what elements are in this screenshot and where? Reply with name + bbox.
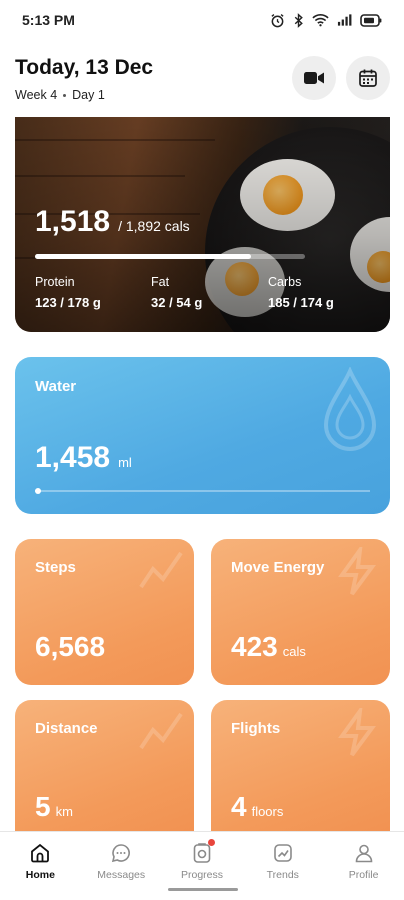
home-icon xyxy=(31,843,50,863)
macro-carbs: Carbs 185 / 174 g xyxy=(268,275,334,310)
tile-number: 6,568 xyxy=(35,631,106,662)
calendar-button[interactable] xyxy=(346,56,390,100)
tile-value: 423 cals xyxy=(231,631,306,663)
status-time: 5:13 PM xyxy=(22,12,75,28)
notification-badge xyxy=(207,839,215,846)
page-title: Today, 13 Dec xyxy=(15,56,154,79)
flights-deco-icon xyxy=(338,708,376,757)
week-day-subtitle: Week 4 Day 1 xyxy=(15,88,105,102)
macro-protein: Protein 123 / 178 g xyxy=(35,275,101,310)
calorie-summary: 1,518 / 1,892 cals xyxy=(35,205,190,239)
steps-deco-icon xyxy=(139,551,183,589)
macro-value: 123 / 178 g xyxy=(35,295,101,310)
status-bar: 5:13 PM xyxy=(0,0,404,40)
water-progress-dot xyxy=(35,488,41,494)
tile-unit: km xyxy=(55,804,73,819)
nav-label: Progress xyxy=(180,869,223,881)
tile-number: 423 xyxy=(231,631,278,662)
tile-title: Distance xyxy=(35,720,98,737)
calorie-progress-fill xyxy=(35,254,251,259)
calorie-card[interactable]: 1,518 / 1,892 cals Protein 123 / 178 g F… xyxy=(15,117,390,332)
calorie-progress-bar xyxy=(35,254,305,259)
nav-home[interactable]: Home xyxy=(0,832,81,900)
tile-number: 5 xyxy=(35,791,51,822)
macro-name: Protein xyxy=(35,275,75,289)
calories-total: / 1,892 cals xyxy=(118,218,190,234)
tile-title: Move Energy xyxy=(231,559,325,576)
week-label: Week 4 xyxy=(15,88,58,102)
water-value: 1,458 xyxy=(35,441,111,474)
home-indicator xyxy=(168,888,238,891)
water-amount: 1,458 ml xyxy=(35,441,132,475)
distance-tile[interactable]: Distance 5 km xyxy=(15,700,194,831)
header: Today, 13 Dec Week 4 Day 1 xyxy=(0,48,404,114)
distance-deco-icon xyxy=(139,712,183,750)
water-progress-bar xyxy=(35,490,370,492)
water-title: Water xyxy=(35,378,77,395)
macro-name: Carbs xyxy=(268,275,302,289)
day-label: Day 1 xyxy=(72,88,105,102)
nav-label: Trends xyxy=(266,869,299,881)
video-icon xyxy=(304,72,324,84)
tile-title: Flights xyxy=(231,720,281,737)
calendar-icon xyxy=(359,69,377,87)
water-drop-icon xyxy=(323,367,377,451)
steps-tile[interactable]: Steps 6,568 xyxy=(15,539,194,685)
nav-messages[interactable]: Messages xyxy=(81,832,162,900)
battery-icon xyxy=(360,13,382,27)
status-icons xyxy=(270,12,382,28)
move-energy-tile[interactable]: Move Energy 423 cals xyxy=(211,539,390,685)
nav-label: Profile xyxy=(348,869,379,881)
tile-number: 4 xyxy=(231,791,247,822)
macro-value: 185 / 174 g xyxy=(268,295,334,310)
flights-tile[interactable]: Flights 4 floors xyxy=(211,700,390,831)
nav-trends[interactable]: Trends xyxy=(242,832,323,900)
wifi-icon xyxy=(312,14,329,27)
water-unit: ml xyxy=(118,455,132,470)
bluetooth-icon xyxy=(294,12,303,28)
profile-icon xyxy=(355,844,372,863)
dot-separator xyxy=(63,93,67,97)
trends-icon xyxy=(273,844,292,862)
tile-value: 4 floors xyxy=(231,791,283,823)
nav-profile[interactable]: Profile xyxy=(323,832,404,900)
macro-fat: Fat 32 / 54 g xyxy=(151,275,202,310)
nav-label: Home xyxy=(25,869,55,881)
tile-unit: floors xyxy=(251,804,284,819)
macro-name: Fat xyxy=(151,275,170,289)
alarm-icon xyxy=(271,13,284,27)
nav-label: Messages xyxy=(97,869,146,881)
energy-deco-icon xyxy=(338,547,376,596)
video-call-button[interactable] xyxy=(292,56,336,100)
macro-value: 32 / 54 g xyxy=(151,295,203,310)
signal-icon xyxy=(337,14,352,26)
tile-value: 5 km xyxy=(35,791,73,823)
tile-value: 6,568 xyxy=(35,631,110,663)
chat-icon xyxy=(112,844,131,863)
tile-title: Steps xyxy=(35,559,76,576)
tile-unit: cals xyxy=(282,644,306,659)
water-card[interactable]: Water 1,458 ml xyxy=(15,357,390,514)
calories-value: 1,518 xyxy=(35,205,111,238)
